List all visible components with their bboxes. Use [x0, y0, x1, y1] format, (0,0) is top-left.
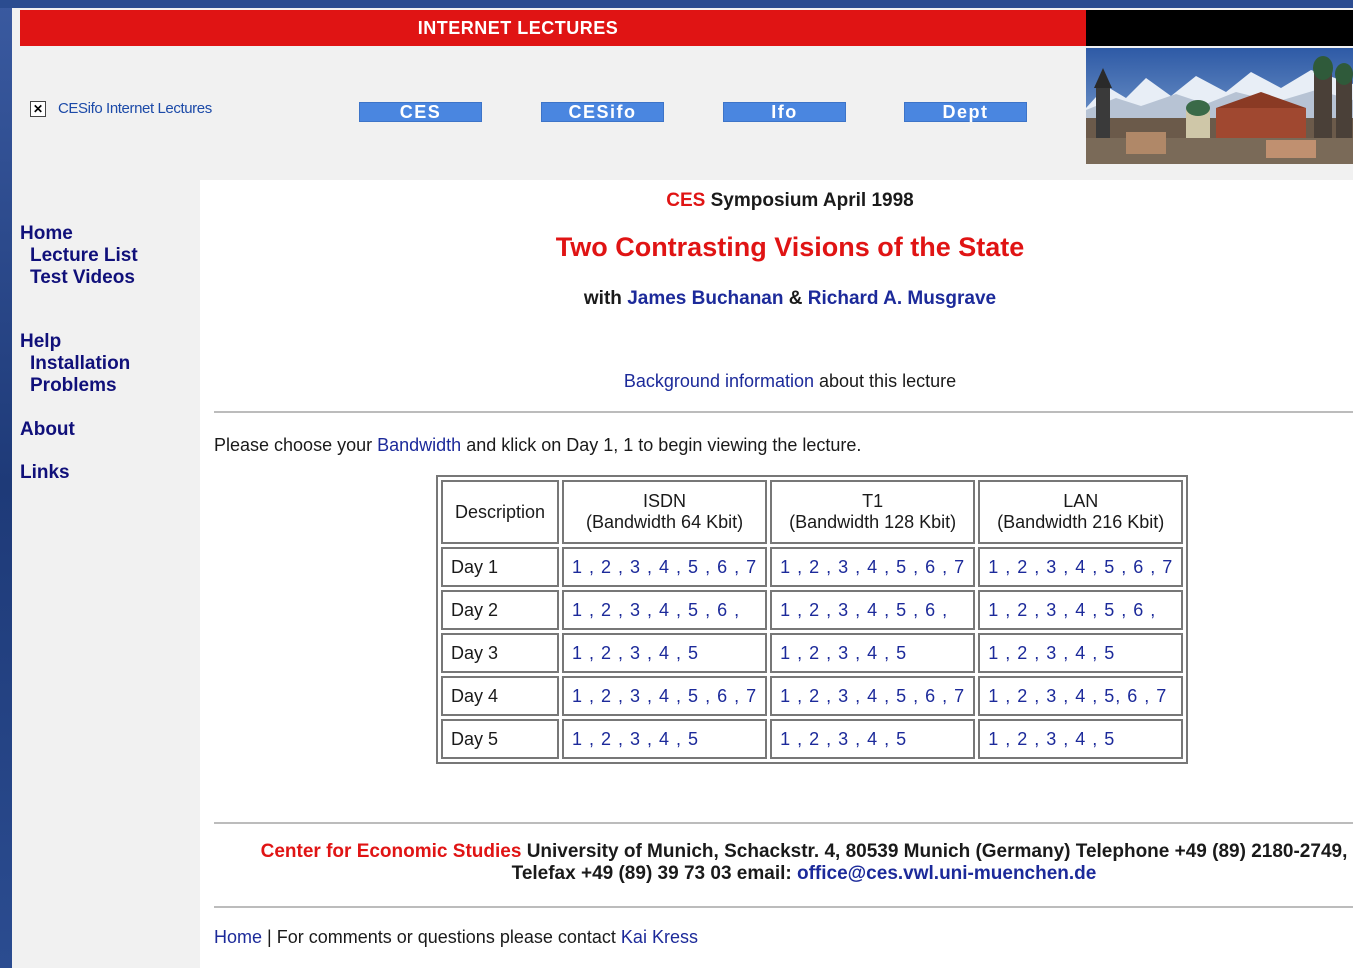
with-label: with: [583, 288, 622, 309]
footer-contact: Home | For comments or questions please …: [214, 927, 698, 948]
sidebar-item-help[interactable]: Help: [20, 331, 200, 353]
lecture-table: Description ISDN (Bandwidth 64 Kbit) T1 …: [436, 475, 1189, 764]
lecture-links-lan[interactable]: 1 , 2 , 3 , 4 , 5: [978, 719, 1184, 759]
lecture-links-t1[interactable]: 1 , 2 , 3 , 4 , 5 , 6 , 7: [770, 676, 976, 716]
column-bandwidth: (Bandwidth 128 Kbit): [789, 512, 957, 532]
sidebar-item-installation[interactable]: Installation: [20, 353, 200, 375]
divider: [214, 822, 1353, 825]
table-row: Day 1 1 , 2 , 3 , 4 , 5 , 6 , 7 1 , 2 , …: [441, 547, 1184, 587]
nav-button-cesifo[interactable]: CESifo: [541, 102, 664, 122]
lecture-links-t1[interactable]: 1 , 2 , 3 , 4 , 5 , 6 ,: [770, 590, 976, 630]
row-label: Day 4: [441, 676, 559, 716]
row-label: Day 2: [441, 590, 559, 630]
footer-address-line-1: Center for Economic Studies University o…: [214, 841, 1353, 863]
contact-name-link[interactable]: Kai Kress: [621, 927, 698, 947]
org-link[interactable]: CES: [666, 190, 705, 211]
speaker-link-buchanan[interactable]: James Buchanan: [627, 288, 783, 309]
header-bar-right: [1086, 10, 1353, 46]
page: INTERNET LECTURES ✕ CESifo Internet Lect…: [12, 8, 1353, 968]
lecture-links-lan[interactable]: 1 , 2 , 3 , 4 , 5 , 6 , 7: [978, 547, 1184, 587]
lecture-links-isdn[interactable]: 1 , 2 , 3 , 4 , 5 , 6 , 7: [562, 547, 768, 587]
desktop-frame-left: [0, 0, 12, 968]
lecture-links-lan[interactable]: 1 , 2 , 3 , 4 , 5: [978, 633, 1184, 673]
sidebar-item-test-videos[interactable]: Test Videos: [20, 267, 200, 289]
divider: [214, 411, 1353, 414]
background-line: Background information about this lectur…: [200, 371, 1353, 392]
instructions-suffix: and klick on Day 1, 1 to begin viewing t…: [466, 435, 862, 455]
footer-address: Center for Economic Studies University o…: [214, 841, 1353, 885]
bandwidth-link[interactable]: Bandwidth: [377, 435, 461, 455]
column-bandwidth: (Bandwidth 216 Kbit): [997, 512, 1165, 532]
column-name: ISDN: [643, 491, 687, 511]
nav-button-ces[interactable]: CES: [359, 102, 482, 122]
sidebar-item-links[interactable]: Links: [20, 462, 200, 484]
lecture-links-t1[interactable]: 1 , 2 , 3 , 4 , 5: [770, 633, 976, 673]
divider: [214, 906, 1353, 909]
row-label: Day 5: [441, 719, 559, 759]
footer-address-line-2: Telefax +49 (89) 39 73 03 email: office@…: [214, 863, 1353, 885]
instructions-prefix: Please choose your: [214, 435, 373, 455]
background-info-text: about this lecture: [819, 371, 957, 391]
lecture-links-t1[interactable]: 1 , 2 , 3 , 4 , 5 , 6 , 7: [770, 547, 976, 587]
lecture-links-isdn[interactable]: 1 , 2 , 3 , 4 , 5 , 6 , 7: [562, 676, 768, 716]
symposium-heading: CES Symposium April 1998: [200, 190, 1353, 212]
header-bar: INTERNET LECTURES: [20, 10, 1086, 46]
nav-button-dept[interactable]: Dept: [904, 102, 1027, 122]
lecture-links-t1[interactable]: 1 , 2 , 3 , 4 , 5: [770, 719, 976, 759]
logo[interactable]: ✕ CESifo Internet Lectures: [30, 100, 212, 117]
lecture-links-isdn[interactable]: 1 , 2 , 3 , 4 , 5 , 6 ,: [562, 590, 768, 630]
main-content: CES Symposium April 1998 Two Contrasting…: [200, 180, 1353, 968]
speaker-link-musgrave[interactable]: Richard A. Musgrave: [808, 288, 996, 309]
lecture-links-lan[interactable]: 1 , 2 , 3 , 4 , 5, 6 , 7: [978, 676, 1184, 716]
column-bandwidth: (Bandwidth 64 Kbit): [586, 512, 744, 532]
broken-image-icon: ✕: [30, 100, 46, 117]
row-label: Day 3: [441, 633, 559, 673]
logo-alt-text: CESifo Internet Lectures: [58, 100, 212, 117]
column-header-description: Description: [441, 480, 559, 544]
lecture-links-isdn[interactable]: 1 , 2 , 3 , 4 , 5: [562, 719, 768, 759]
sidebar-item-lecture-list[interactable]: Lecture List: [20, 245, 200, 267]
sidebar-item-problems[interactable]: Problems: [20, 375, 200, 397]
fax-text: Telefax +49 (89) 39 73 03 email:: [511, 863, 792, 884]
column-name: T1: [862, 491, 884, 511]
column-header-lan: LAN (Bandwidth 216 Kbit): [978, 480, 1184, 544]
table-row: Day 5 1 , 2 , 3 , 4 , 5 1 , 2 , 3 , 4 , …: [441, 719, 1184, 759]
footer-contact-text: For comments or questions please contact: [276, 927, 616, 947]
munich-skyline-image: [1086, 48, 1353, 164]
column-header-t1: T1 (Bandwidth 128 Kbit): [770, 480, 976, 544]
column-name: LAN: [1063, 491, 1099, 511]
lecture-links-isdn[interactable]: 1 , 2 , 3 , 4 , 5: [562, 633, 768, 673]
lecture-links-lan[interactable]: 1 , 2 , 3 , 4 , 5 , 6 ,: [978, 590, 1184, 630]
column-header-isdn: ISDN (Bandwidth 64 Kbit): [562, 480, 768, 544]
address-text: University of Munich, Schackstr. 4, 8053…: [526, 841, 1348, 862]
table-row: Day 4 1 , 2 , 3 , 4 , 5 , 6 , 7 1 , 2 , …: [441, 676, 1184, 716]
table-row: Day 2 1 , 2 , 3 , 4 , 5 , 6 , 1 , 2 , 3 …: [441, 590, 1184, 630]
email-link[interactable]: office@ces.vwl.uni-muenchen.de: [797, 863, 1096, 884]
row-label: Day 1: [441, 547, 559, 587]
desktop-frame-top: [0, 0, 1353, 8]
speakers-line: with James Buchanan & Richard A. Musgrav…: [200, 288, 1353, 310]
table-row: Day 3 1 , 2 , 3 , 4 , 5 1 , 2 , 3 , 4 , …: [441, 633, 1184, 673]
page-title: Two Contrasting Visions of the State: [555, 232, 1025, 262]
sidebar: Home Lecture List Test Videos Help Insta…: [20, 223, 200, 484]
org-name-link[interactable]: Center for Economic Studies: [261, 841, 522, 862]
symposium-date: Symposium April 1998: [710, 190, 914, 211]
sidebar-item-home[interactable]: Home: [20, 223, 200, 245]
table-header-row: Description ISDN (Bandwidth 64 Kbit) T1 …: [441, 480, 1184, 544]
footer-home-link[interactable]: Home: [214, 927, 262, 947]
nav-button-ifo[interactable]: Ifo: [723, 102, 846, 122]
instructions: Please choose your Bandwidth and klick o…: [214, 435, 861, 456]
footer-separator: |: [267, 927, 272, 947]
header-title: INTERNET LECTURES: [417, 17, 619, 38]
background-info-link[interactable]: Background information: [624, 371, 814, 391]
sidebar-item-about[interactable]: About: [20, 419, 200, 441]
ampersand: &: [788, 288, 803, 309]
